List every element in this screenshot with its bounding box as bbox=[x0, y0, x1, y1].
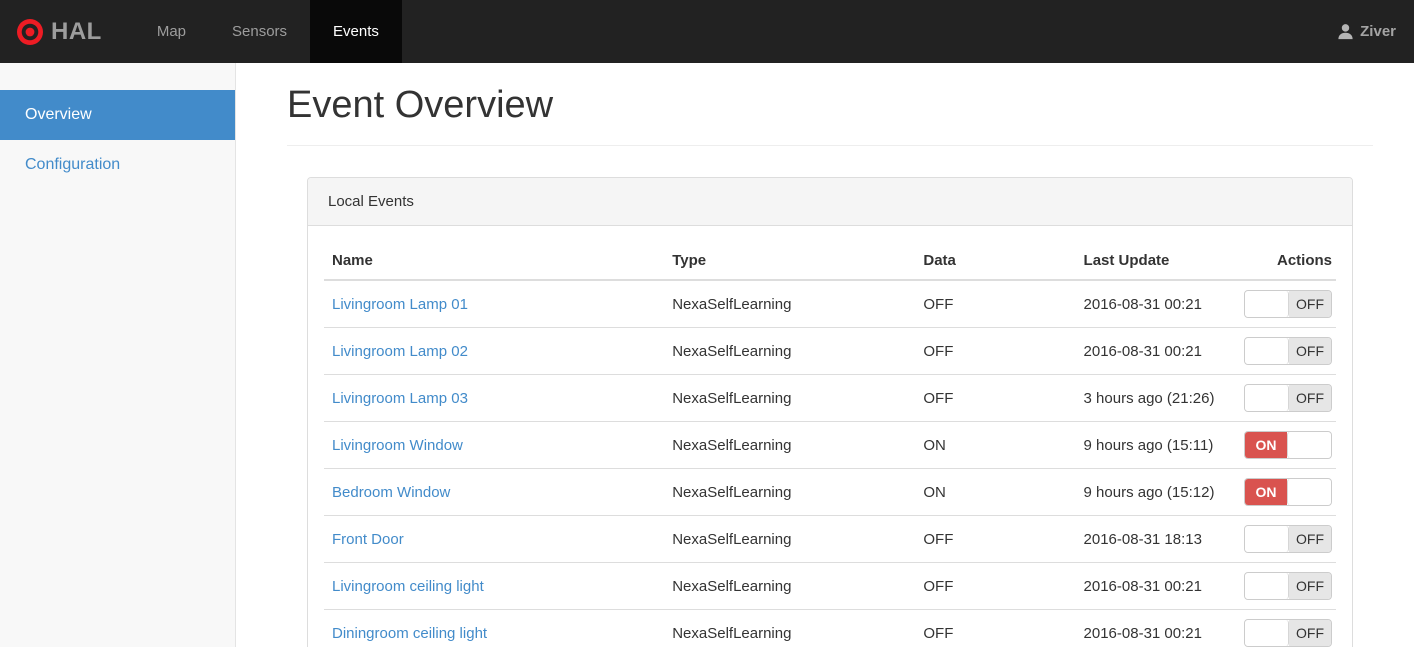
events-table: Name Type Data Last Update Actions Livin… bbox=[324, 244, 1336, 647]
event-data-cell: OFF bbox=[915, 562, 1076, 610]
user-name: Ziver bbox=[1360, 23, 1396, 40]
state-toggle[interactable]: OFF bbox=[1244, 290, 1332, 318]
event-last-update-cell: 9 hours ago (15:11) bbox=[1075, 421, 1236, 469]
event-name-link[interactable]: Livingroom Lamp 02 bbox=[332, 343, 468, 360]
event-type-cell: NexaSelfLearning bbox=[664, 609, 916, 647]
local-events-panel: Local Events Name Type Data Last Update … bbox=[307, 177, 1353, 647]
event-type-cell: NexaSelfLearning bbox=[664, 327, 916, 375]
sidebar-item-configuration[interactable]: Configuration bbox=[0, 140, 235, 190]
event-name-link[interactable]: Livingroom Window bbox=[332, 437, 463, 454]
event-name-link[interactable]: Diningroom ceiling light bbox=[332, 625, 487, 642]
toggle-state-label: OFF bbox=[1289, 291, 1331, 317]
table-row: Livingroom Lamp 01 NexaSelfLearning OFF … bbox=[324, 280, 1336, 328]
state-toggle[interactable]: OFF bbox=[1244, 337, 1332, 365]
hal-logo-icon bbox=[17, 18, 43, 45]
col-header-actions: Actions bbox=[1235, 244, 1336, 281]
event-name-link[interactable]: Livingroom Lamp 01 bbox=[332, 296, 468, 313]
event-last-update-cell: 2016-08-31 00:21 bbox=[1075, 609, 1236, 647]
event-last-update-cell: 2016-08-31 00:21 bbox=[1075, 327, 1236, 375]
toggle-knob bbox=[1245, 526, 1289, 552]
toggle-state-label: OFF bbox=[1289, 338, 1331, 364]
table-row: Bedroom Window NexaSelfLearning ON 9 hou… bbox=[324, 468, 1336, 516]
toggle-knob bbox=[1245, 620, 1289, 646]
toggle-knob bbox=[1245, 385, 1289, 411]
panel-body: Name Type Data Last Update Actions Livin… bbox=[308, 226, 1352, 647]
event-data-cell: OFF bbox=[915, 609, 1076, 647]
table-header-row: Name Type Data Last Update Actions bbox=[324, 244, 1336, 281]
event-data-cell: ON bbox=[915, 421, 1076, 469]
col-header-data: Data bbox=[915, 244, 1076, 281]
event-data-cell: OFF bbox=[923, 295, 954, 313]
toggle-knob bbox=[1245, 573, 1289, 599]
event-type-cell: NexaSelfLearning bbox=[664, 374, 916, 422]
event-last-update-cell: 9 hours ago (15:12) bbox=[1075, 468, 1236, 516]
page-title: Event Overview bbox=[287, 84, 554, 126]
col-header-last-update: Last Update bbox=[1075, 244, 1236, 281]
state-toggle[interactable]: OFF bbox=[1244, 384, 1332, 412]
state-toggle[interactable]: OFF bbox=[1244, 619, 1332, 647]
toggle-state-label: ON bbox=[1245, 479, 1287, 505]
toggle-knob bbox=[1245, 291, 1289, 317]
panel-heading: Local Events bbox=[308, 178, 1352, 226]
nav-item-sensors[interactable]: Sensors bbox=[209, 0, 310, 63]
event-data-cell: OFF bbox=[915, 374, 1076, 422]
toggle-state-label: OFF bbox=[1289, 573, 1331, 599]
table-row: Livingroom Window NexaSelfLearning ON 9 … bbox=[324, 421, 1336, 469]
state-toggle[interactable]: OFF bbox=[1244, 572, 1332, 600]
main-nav: Map Sensors Events bbox=[134, 0, 402, 63]
toggle-state-label: OFF bbox=[1289, 620, 1331, 646]
state-toggle[interactable]: OFF bbox=[1244, 525, 1332, 553]
event-name-link[interactable]: Livingroom ceiling light bbox=[332, 578, 484, 595]
event-name-link[interactable]: Front Door bbox=[332, 531, 404, 548]
event-last-update-cell: 2016-08-31 00:21 bbox=[1075, 562, 1236, 610]
toggle-knob bbox=[1245, 338, 1289, 364]
table-row: Diningroom ceiling light NexaSelfLearnin… bbox=[324, 609, 1336, 647]
state-toggle[interactable]: ON bbox=[1244, 431, 1332, 459]
event-type-cell: NexaSelfLearning bbox=[672, 295, 792, 313]
toggle-knob bbox=[1287, 479, 1331, 505]
table-row: Front Door NexaSelfLearning OFF 2016-08-… bbox=[324, 515, 1336, 563]
user-menu[interactable]: Ziver bbox=[1337, 0, 1414, 63]
title-divider bbox=[287, 145, 1373, 146]
sidebar-item-overview[interactable]: Overview bbox=[0, 90, 235, 140]
col-header-type: Type bbox=[664, 244, 916, 281]
brand[interactable]: HAL bbox=[0, 0, 116, 63]
toggle-state-label: OFF bbox=[1289, 526, 1331, 552]
nav-item-map[interactable]: Map bbox=[134, 0, 209, 63]
table-row: Livingroom Lamp 03 NexaSelfLearning OFF … bbox=[324, 374, 1336, 422]
top-navbar: HAL Map Sensors Events Ziver bbox=[0, 0, 1414, 63]
event-last-update-cell: 2016-08-31 00:21 bbox=[1083, 295, 1202, 313]
table-row: Livingroom Lamp 02 NexaSelfLearning OFF … bbox=[324, 327, 1336, 375]
event-last-update-cell: 3 hours ago (21:26) bbox=[1075, 374, 1236, 422]
event-name-link[interactable]: Bedroom Window bbox=[332, 484, 450, 501]
event-data-cell: OFF bbox=[915, 515, 1076, 563]
event-data-cell: OFF bbox=[915, 327, 1076, 375]
table-row: Livingroom ceiling light NexaSelfLearnin… bbox=[324, 562, 1336, 610]
user-icon bbox=[1338, 24, 1353, 40]
event-type-cell: NexaSelfLearning bbox=[664, 421, 916, 469]
event-data-cell: ON bbox=[915, 468, 1076, 516]
main-content: Event Overview Local Events Name Type Da… bbox=[236, 63, 1414, 647]
event-type-cell: NexaSelfLearning bbox=[664, 468, 916, 516]
toggle-knob bbox=[1287, 432, 1331, 458]
sidebar: Overview Configuration bbox=[0, 63, 236, 647]
event-type-cell: NexaSelfLearning bbox=[664, 515, 916, 563]
events-table-body: Livingroom Lamp 01 NexaSelfLearning OFF … bbox=[324, 280, 1336, 647]
toggle-state-label: OFF bbox=[1289, 385, 1331, 411]
brand-label: HAL bbox=[51, 17, 102, 45]
state-toggle[interactable]: ON bbox=[1244, 478, 1332, 506]
event-name-link[interactable]: Livingroom Lamp 03 bbox=[332, 390, 468, 407]
col-header-name: Name bbox=[324, 244, 665, 281]
event-last-update-cell: 2016-08-31 18:13 bbox=[1075, 515, 1236, 563]
nav-item-events[interactable]: Events bbox=[310, 0, 402, 63]
toggle-state-label: ON bbox=[1245, 432, 1287, 458]
page-layout: Overview Configuration Event Overview Lo… bbox=[0, 63, 1414, 647]
event-type-cell: NexaSelfLearning bbox=[664, 562, 916, 610]
